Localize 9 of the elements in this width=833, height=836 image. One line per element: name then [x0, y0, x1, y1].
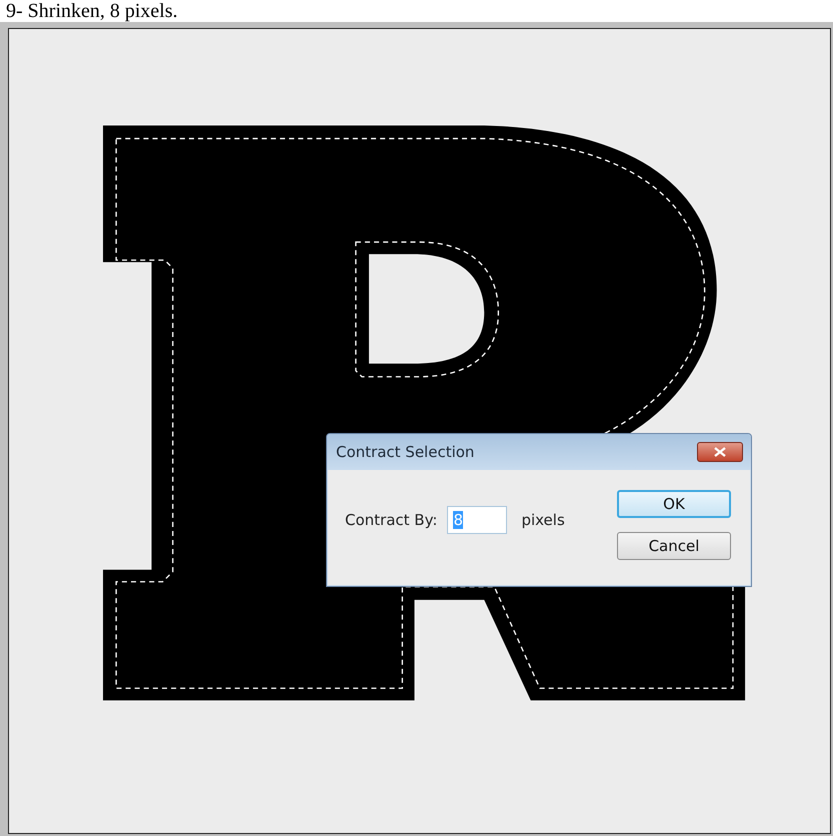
field-label: Contract By:	[345, 511, 438, 529]
close-icon	[714, 447, 726, 457]
close-button[interactable]	[697, 442, 743, 462]
cancel-button[interactable]: Cancel	[617, 532, 731, 560]
unit-label: pixels	[521, 511, 565, 529]
dialog-title: Contract Selection	[336, 443, 474, 461]
step-heading: 9- Shrinken, 8 pixels.	[5, 0, 179, 22]
ok-button[interactable]: OK	[617, 490, 731, 518]
field-value: 8	[453, 511, 463, 529]
